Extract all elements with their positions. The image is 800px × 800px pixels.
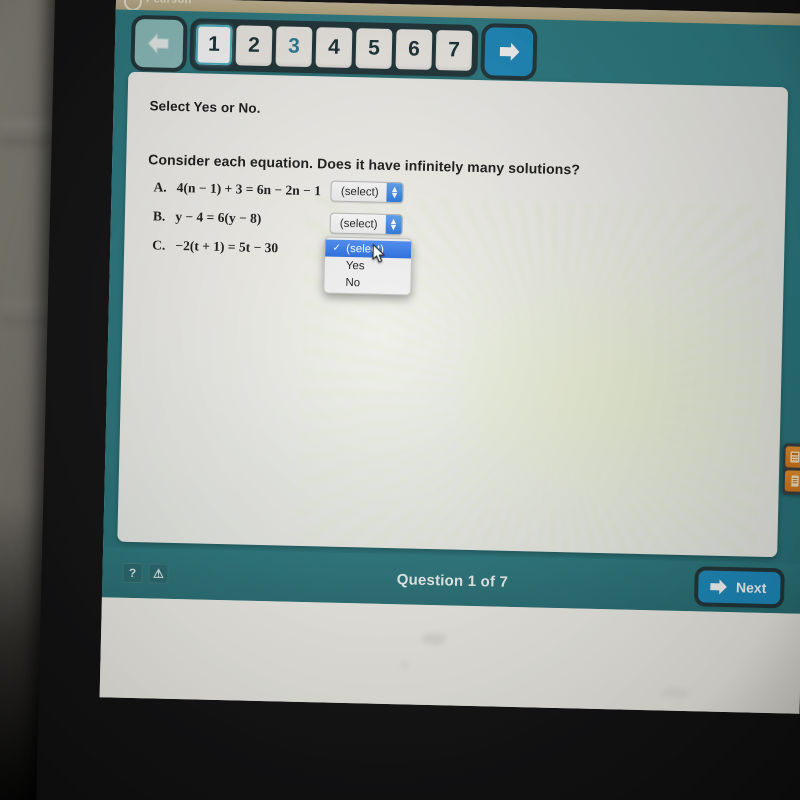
dropdown-option-label: Yes — [345, 259, 365, 272]
page-button-6[interactable]: 6 — [395, 29, 433, 70]
stepper-arrows-icon: ▲ ▼ — [386, 182, 403, 203]
equation-a-letter: A. — [153, 178, 167, 195]
next-page-button[interactable] — [484, 27, 534, 77]
page-button-1[interactable]: 1 — [195, 24, 233, 66]
dropdown-menu-c[interactable]: ✓ (select) Yes No — [323, 236, 413, 296]
dropdown-option-yes[interactable]: Yes — [325, 256, 411, 275]
page-button-3[interactable]: 3 — [275, 26, 313, 68]
calculator-icon[interactable] — [785, 446, 800, 468]
right-arrow-icon — [709, 579, 727, 595]
select-dropdown-a[interactable]: (select) ▲ ▼ — [330, 180, 404, 204]
pager-toolbar: 1 2 3 4 5 6 7 — [134, 16, 534, 79]
answer-row-b: B. y − 4 = 6(y − 8) — [153, 208, 262, 227]
equation-b-letter: B. — [152, 208, 166, 224]
equation-c: −2(t + 1) = 5t − 30 — [175, 237, 279, 256]
select-dropdown-b[interactable]: (select) ▲ ▼ — [329, 212, 403, 236]
answer-row-a: A. 4(n − 1) + 3 = 6n − 2n − 1 (select) ▲… — [153, 176, 404, 204]
photo-scene: Pearson 1 2 3 4 5 — [0, 0, 800, 800]
notebook-glyph-icon — [788, 475, 799, 487]
previous-page-button[interactable] — [134, 18, 184, 69]
equation-a: 4(n − 1) + 3 = 6n − 2n − 1 — [176, 179, 322, 198]
left-arrow-icon — [147, 33, 169, 54]
page-number-group: 1 2 3 4 5 6 7 — [192, 21, 476, 74]
right-arrow-icon — [499, 42, 520, 61]
page-background-below — [99, 597, 800, 714]
dropdown-option-label: (select) — [346, 242, 385, 256]
dropdown-option-label: No — [345, 276, 361, 289]
page-button-2[interactable]: 2 — [235, 25, 273, 67]
next-button[interactable]: Next — [697, 570, 781, 605]
question-stem: Consider each equation. Does it have inf… — [148, 151, 581, 178]
monitor-screen: Pearson 1 2 3 4 5 — [34, 0, 800, 800]
answer-row-c: C. −2(t + 1) = 5t − 30 — [152, 237, 278, 256]
question-counter: Question 1 of 7 — [396, 570, 509, 591]
page-button-5[interactable]: 5 — [355, 28, 393, 69]
notebook-icon[interactable] — [784, 470, 800, 492]
checkmark-icon: ✓ — [332, 242, 342, 254]
dropdown-option-select[interactable]: ✓ (select) — [325, 239, 412, 259]
directions-text: Select Yes or No. — [149, 98, 261, 116]
page-button-4[interactable]: 4 — [315, 27, 353, 69]
equation-b: y − 4 = 6(y − 8) — [175, 208, 262, 226]
next-button-label: Next — [735, 579, 767, 596]
tool-strip — [782, 443, 800, 495]
brand-logo-text: Pearson — [146, 0, 192, 6]
stepper-arrows-icon: ▲ ▼ — [385, 214, 402, 235]
page-button-7[interactable]: 7 — [435, 30, 473, 71]
calculator-glyph-icon — [789, 451, 800, 463]
question-card: Select Yes or No. Consider each equation… — [117, 71, 789, 558]
select-b-value: (select) — [339, 217, 378, 231]
equation-c-letter: C. — [152, 237, 166, 253]
select-a-value: (select) — [340, 185, 379, 199]
app-chrome: 1 2 3 4 5 6 7 Select Yes or No. Consider… — [101, 9, 800, 614]
dropdown-option-no[interactable]: No — [324, 273, 410, 292]
